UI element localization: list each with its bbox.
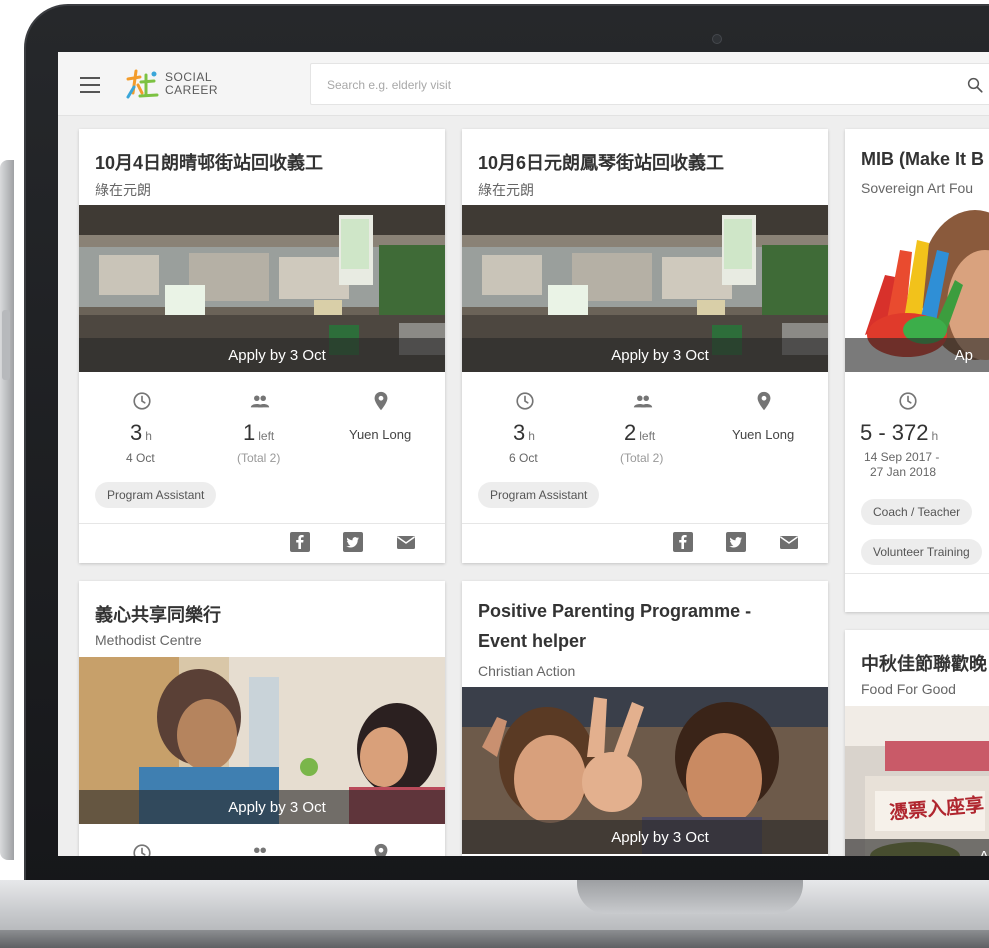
card-photo[interactable]: Ap (845, 205, 989, 372)
people-icon (250, 395, 270, 408)
event-date-range-start: 14 Sep 2017 - (864, 450, 940, 464)
event-date: 6 Oct (509, 451, 538, 465)
apply-deadline: A (845, 839, 989, 856)
card-photo[interactable]: Apply by 3 Oct (462, 687, 828, 854)
duration-unit: h (145, 429, 152, 443)
duration-hours: 3 (513, 420, 526, 445)
card-photo[interactable]: Apply by 3 Oct (79, 205, 445, 372)
location-label: Yuen Long (732, 427, 795, 442)
email-icon[interactable] (396, 532, 416, 552)
card-organization[interactable]: 綠在元朗 (95, 180, 151, 200)
location-pin-icon (757, 391, 771, 411)
event-date: 4 Oct (126, 451, 155, 465)
apply-deadline: Apply by 3 Oct (462, 820, 828, 854)
category-tag[interactable]: Program Assistant (95, 482, 217, 508)
location-pin-icon (374, 843, 388, 856)
app-screen: SOCIAL CAREER 10月4日朗晴邨街站回收義工 綠在元朗 (58, 52, 989, 856)
people-icon (633, 395, 653, 408)
card-title-line-2[interactable]: Event helper (478, 631, 586, 652)
card-organization[interactable]: Sovereign Art Fou (861, 180, 973, 196)
clock-icon (516, 392, 534, 410)
opportunity-card[interactable]: 10月4日朗晴邨街站回收義工 綠在元朗 Apply by 3 Oct 3 h 4… (79, 129, 445, 563)
location-pin-icon (374, 391, 388, 411)
search-icon[interactable] (966, 76, 984, 94)
hamburger-menu-icon[interactable] (80, 77, 100, 93)
twitter-icon[interactable] (343, 532, 363, 552)
card-divider (462, 523, 828, 524)
laptop-side-port (2, 310, 10, 380)
clock-icon (899, 392, 917, 410)
vacancy-value: 2 left (624, 420, 655, 446)
duration-value: 3h (130, 420, 152, 446)
card-organization[interactable]: 綠在元朗 (478, 180, 534, 200)
email-icon[interactable] (779, 532, 799, 552)
apply-deadline: Apply by 3 Oct (79, 338, 445, 372)
opportunity-card[interactable]: Positive Parenting Programme - Event hel… (462, 581, 828, 856)
vacancy-value: 1 left (243, 420, 274, 446)
logo-wordmark: SOCIAL CAREER (165, 71, 218, 97)
card-title[interactable]: 10月4日朗晴邨街站回收義工 (95, 149, 323, 175)
camera-icon (712, 34, 722, 44)
category-tag[interactable]: Volunteer Training (861, 539, 982, 565)
top-app-bar: SOCIAL CAREER (58, 52, 989, 116)
laptop-base-shadow (0, 930, 989, 948)
duration-hours: 5 - 372 (860, 420, 929, 445)
laptop-hinge-notch (577, 880, 803, 914)
twitter-icon[interactable] (726, 532, 746, 552)
category-tag[interactable]: Program Assistant (478, 482, 600, 508)
search-bar (310, 63, 989, 105)
location-label: Yuen Long (349, 427, 412, 442)
card-organization[interactable]: Food For Good (861, 681, 956, 697)
clock-icon (133, 392, 151, 410)
vacancy-unit: left (258, 429, 275, 443)
vacancy-unit: left (639, 429, 656, 443)
opportunity-card[interactable]: 中秋佳節聯歡晚 Food For Good 憑票入座享 A (845, 630, 989, 856)
card-photo[interactable]: Apply by 3 Oct (79, 657, 445, 824)
vacancy-total: (Total 2) (620, 451, 664, 465)
vacancy-count: 1 (243, 420, 256, 445)
clock-icon (133, 844, 151, 856)
duration-value: 5 - 372 h (860, 420, 938, 446)
card-divider (79, 523, 445, 524)
opportunity-card[interactable]: MIB (Make It B Sovereign Art Fou Ap 5 - … (845, 129, 989, 612)
card-organization[interactable]: Christian Action (478, 663, 575, 679)
logo-mark-icon (126, 69, 159, 99)
opportunity-card[interactable]: 義心共享同樂行 Methodist Centre Apply by 3 Oct (79, 581, 445, 856)
card-title[interactable]: 中秋佳節聯歡晚 (861, 650, 987, 676)
social-career-logo[interactable]: SOCIAL CAREER (124, 66, 234, 102)
opportunity-card[interactable]: 10月6日元朗鳳琴街站回收義工 綠在元朗 Apply by 3 Oct 3 h … (462, 129, 828, 563)
laptop-left-edge (0, 160, 14, 860)
facebook-icon[interactable] (290, 532, 310, 552)
card-title[interactable]: MIB (Make It B (861, 149, 984, 170)
vacancy-total: (Total 2) (237, 451, 281, 465)
search-input[interactable] (327, 74, 887, 96)
card-title-line-1[interactable]: Positive Parenting Programme - (478, 601, 751, 622)
event-date-range-end: 27 Jan 2018 (870, 465, 937, 479)
card-photo[interactable]: Apply by 3 Oct (462, 205, 828, 372)
card-divider (845, 573, 989, 574)
card-title[interactable]: 10月6日元朗鳳琴街站回收義工 (478, 149, 724, 175)
apply-deadline: Apply by 3 Oct (79, 790, 445, 824)
duration-hours: 3 (130, 420, 143, 445)
festival-dinner-photo (845, 706, 989, 856)
apply-deadline: Ap (845, 338, 989, 372)
logo-line-2: CAREER (165, 83, 219, 97)
vacancy-count: 2 (624, 420, 637, 445)
card-photo[interactable]: 憑票入座享 A (845, 706, 989, 856)
card-title[interactable]: 義心共享同樂行 (95, 601, 221, 627)
card-organization[interactable]: Methodist Centre (95, 632, 202, 648)
category-tag[interactable]: Coach / Teacher (861, 499, 973, 525)
apply-deadline: Apply by 3 Oct (462, 338, 828, 372)
duration-value: 3h (513, 420, 535, 446)
duration-unit: h (931, 429, 939, 443)
facebook-icon[interactable] (673, 532, 693, 552)
duration-unit: h (528, 429, 535, 443)
people-icon (254, 847, 266, 856)
